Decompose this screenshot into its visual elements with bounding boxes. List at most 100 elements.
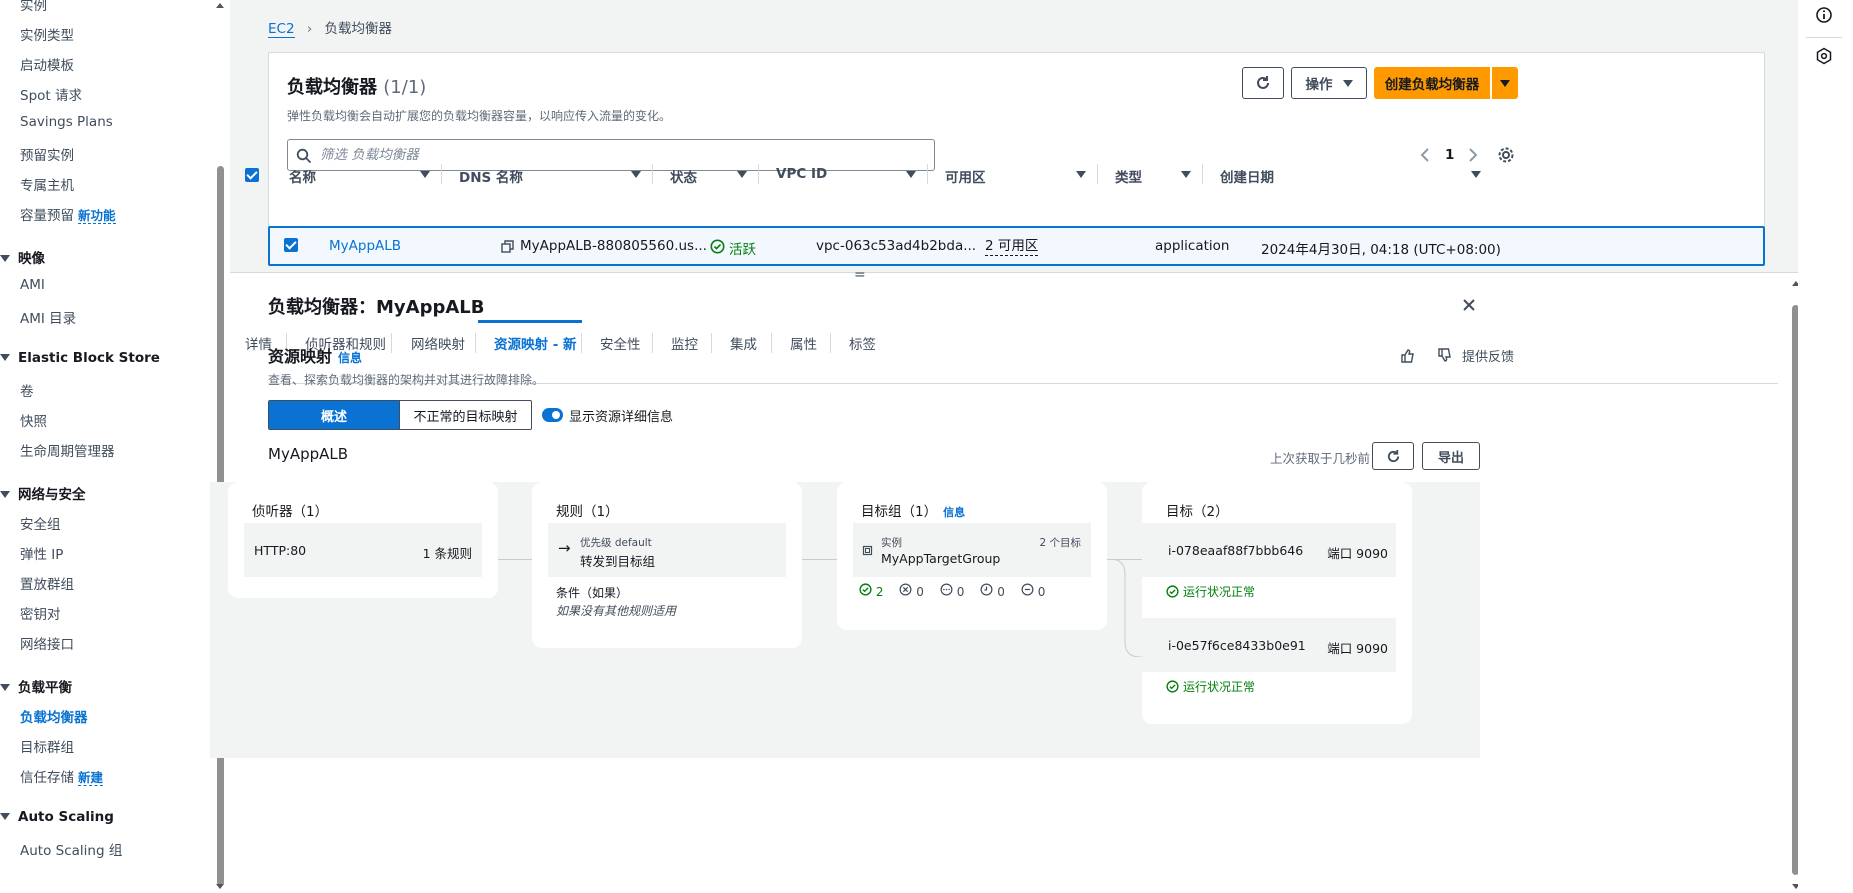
filter-input[interactable] (318, 145, 918, 165)
section-title: Auto Scaling (18, 809, 114, 825)
unused-stat: 0 (940, 583, 964, 599)
rule-node[interactable]: → 优先级 default 转发到目标组 (548, 523, 786, 577)
scroll-up-arrow-icon[interactable] (216, 3, 224, 8)
listener-node[interactable]: HTTP:80 1 条规则 (244, 523, 482, 577)
sidebar-item-instance-types[interactable]: 实例类型 (20, 24, 74, 44)
actions-label: 操作 (1305, 77, 1333, 93)
sidebar-item-snapshots[interactable]: 快照 (20, 410, 47, 430)
info-link[interactable]: 信息 (943, 506, 965, 519)
column-header-state[interactable]: 状态 (670, 166, 697, 186)
row-checkbox[interactable] (284, 238, 298, 252)
sidebar-item-elastic-ips[interactable]: 弹性 IP (20, 543, 63, 563)
toggle-label: 显示资源详细信息 (569, 410, 674, 425)
sidebar-item-auto-scaling-groups[interactable]: Auto Scaling 组 (20, 839, 122, 859)
refresh-button[interactable] (1242, 67, 1284, 99)
column-header-name[interactable]: 名称 (289, 166, 316, 186)
info-link[interactable]: 信息 (338, 351, 362, 365)
chevron-right-icon[interactable] (1467, 148, 1479, 162)
sidebar-item-security-groups[interactable]: 安全组 (20, 513, 61, 533)
sidebar-section-network-security[interactable]: 网络与安全 (0, 483, 86, 503)
column-header-created[interactable]: 创建日期 (1220, 166, 1274, 186)
sidebar-section-ebs[interactable]: Elastic Block Store (0, 350, 160, 366)
target-port: 端口 9090 (1327, 546, 1388, 561)
column-header-az[interactable]: 可用区 (945, 166, 986, 186)
x-circle-icon (899, 583, 912, 596)
create-load-balancer-button[interactable]: 创建负载均衡器 (1374, 67, 1490, 99)
sidebar-item-capacity-reservations[interactable]: 容量预留 新功能 (20, 204, 116, 224)
sidebar-item-spot-requests[interactable]: Spot 请求 (20, 84, 82, 104)
details-toggle[interactable] (542, 408, 563, 422)
sidebar-item-load-balancers[interactable]: 负载均衡器 (20, 706, 88, 726)
sidebar-item-placement-groups[interactable]: 置放群组 (20, 573, 74, 593)
sort-caret-icon[interactable] (1471, 171, 1481, 178)
segment-overview[interactable]: 概述 (269, 401, 400, 429)
sidebar-item-key-pairs[interactable]: 密钥对 (20, 603, 61, 623)
sort-caret-icon[interactable] (737, 171, 747, 178)
gear-icon[interactable] (1497, 146, 1515, 164)
sidebar-section-load-balancing[interactable]: 负载平衡 (0, 676, 72, 696)
column-divider (1202, 164, 1203, 184)
sidebar-section-images[interactable]: 映像 (0, 247, 45, 267)
lb-az[interactable]: 2 可用区 (985, 238, 1039, 256)
section-title: 网络与安全 (18, 487, 86, 503)
sidebar-item-label: 信任存储 (20, 770, 74, 786)
segment-unhealthy-targets[interactable]: 不正常的目标映射 (400, 401, 531, 429)
healthy-count: 2 (875, 585, 884, 599)
column-header-dns[interactable]: DNS 名称 (459, 166, 523, 186)
page-number[interactable]: 1 (1445, 147, 1454, 163)
lb-dns: MyAppALB-880805560.us... (520, 238, 707, 254)
copy-icon[interactable] (501, 240, 514, 253)
target-health-stats: 2 0 0 0 0 (859, 583, 1045, 599)
hexagon-settings-icon[interactable] (1815, 47, 1833, 65)
check-circle-icon (1166, 585, 1179, 598)
target-node[interactable]: i-078eaaf88f7bbb646 端口 9090 (1142, 523, 1396, 577)
export-button[interactable]: 导出 (1422, 442, 1480, 470)
target-group-count: 2 个目标 (1039, 537, 1081, 549)
feedback-link[interactable]: 提供反馈 (1462, 346, 1514, 365)
column-header-type[interactable]: 类型 (1115, 166, 1142, 186)
sidebar-item-savings-plans[interactable]: Savings Plans (20, 114, 113, 130)
chevron-left-icon[interactable] (1419, 148, 1431, 162)
column-header-vpc[interactable]: VPC ID (776, 166, 827, 182)
sidebar-item-trust-stores[interactable]: 信任存储 新建 (20, 766, 104, 786)
target-group-node[interactable]: 实例 2 个目标 MyAppTargetGroup (853, 523, 1091, 577)
lb-name-link[interactable]: MyAppALB (329, 238, 401, 254)
sidebar-item-ami-catalog[interactable]: AMI 目录 (20, 307, 76, 327)
sort-caret-icon[interactable] (1076, 171, 1086, 178)
column-divider (441, 164, 442, 184)
search-icon (296, 148, 312, 164)
actions-button[interactable]: 操作 (1291, 67, 1367, 99)
sidebar-item-lifecycle-manager[interactable]: 生命周期管理器 (20, 440, 115, 460)
sidebar-item-volumes[interactable]: 卷 (20, 380, 34, 400)
sidebar-item-instances[interactable]: 实例 (20, 0, 47, 14)
target-health-status: 运行状况正常 (1166, 678, 1255, 695)
clock-icon (980, 583, 993, 596)
lb-created: 2024年4月30日, 04:18 (UTC+08:00) (1261, 242, 1501, 258)
lb-vpc: vpc-063c53ad4b2bda... (816, 238, 977, 254)
sort-caret-icon[interactable] (1181, 171, 1191, 178)
filter-box[interactable] (287, 139, 935, 171)
sidebar-item-target-groups[interactable]: 目标群组 (20, 736, 74, 756)
table-row[interactable]: MyAppALB MyAppALB-880805560.us... 活跃 vpc… (268, 226, 1765, 266)
thumbs-down-icon[interactable] (1437, 348, 1452, 363)
target-node[interactable]: i-0e57f6ce8433b0e91 端口 9090 (1142, 618, 1396, 672)
sidebar-item-reserved-instances[interactable]: 预留实例 (20, 144, 74, 164)
breadcrumb-ec2-link[interactable]: EC2 (268, 21, 295, 38)
targets-title: 目标（2） (1166, 504, 1229, 520)
refresh-map-button[interactable] (1372, 442, 1414, 470)
sidebar-item-network-interfaces[interactable]: 网络接口 (20, 633, 74, 653)
info-icon[interactable] (1815, 6, 1833, 24)
create-dropdown-button[interactable] (1492, 67, 1518, 99)
health-status-text: 运行状况正常 (1183, 585, 1256, 599)
sidebar-item-ami[interactable]: AMI (20, 277, 45, 293)
rule-condition-title: 条件（如果） (556, 586, 629, 600)
select-all-checkbox[interactable] (245, 168, 259, 182)
scroll-down-arrow-icon[interactable] (216, 884, 224, 889)
sidebar-section-auto-scaling[interactable]: Auto Scaling (0, 809, 114, 825)
sort-caret-icon[interactable] (420, 171, 430, 178)
sidebar-item-dedicated-hosts[interactable]: 专属主机 (20, 174, 74, 194)
sort-caret-icon[interactable] (906, 171, 916, 178)
thumbs-up-icon[interactable] (1400, 348, 1415, 363)
sort-caret-icon[interactable] (631, 171, 641, 178)
sidebar-item-launch-templates[interactable]: 启动模板 (20, 54, 74, 74)
